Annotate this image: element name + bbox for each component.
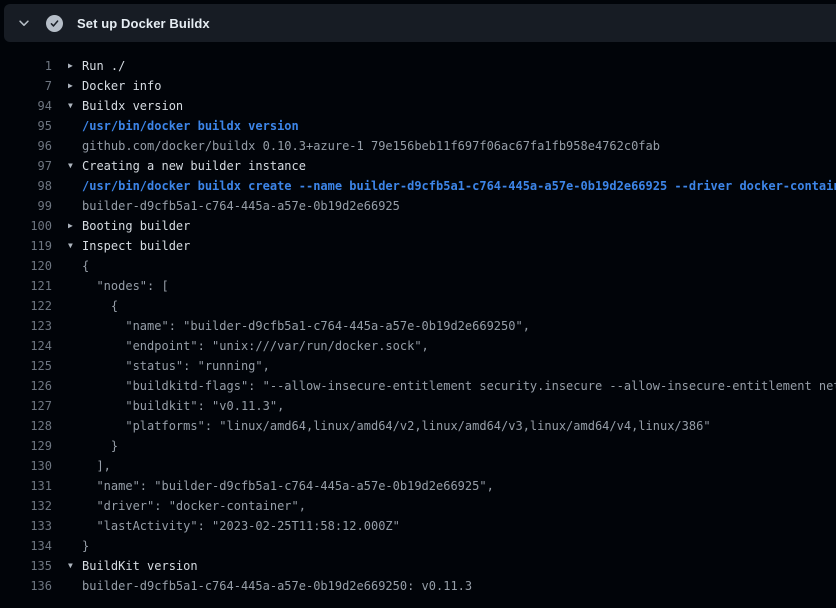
log-text: ], bbox=[82, 456, 111, 476]
chevron-down-icon[interactable] bbox=[16, 15, 32, 31]
log-line: 132 "driver": "docker-container", bbox=[0, 496, 836, 516]
log-output: 1 ▶ Run ./ 7 ▶ Docker info 94 ▼ Buildx v… bbox=[0, 42, 836, 596]
line-number[interactable]: 127 bbox=[0, 396, 52, 416]
line-number[interactable]: 120 bbox=[0, 256, 52, 276]
line-number[interactable]: 128 bbox=[0, 416, 52, 436]
line-number[interactable]: 119 bbox=[0, 236, 52, 256]
line-number[interactable]: 136 bbox=[0, 576, 52, 596]
line-number[interactable]: 99 bbox=[0, 196, 52, 216]
collapse-triangle-icon[interactable]: ▼ bbox=[68, 556, 82, 576]
log-line: 129 } bbox=[0, 436, 836, 456]
line-number[interactable]: 98 bbox=[0, 176, 52, 196]
log-text: "platforms": "linux/amd64,linux/amd64/v2… bbox=[82, 416, 711, 436]
line-number[interactable]: 121 bbox=[0, 276, 52, 296]
line-number[interactable]: 134 bbox=[0, 536, 52, 556]
log-text: Buildx version bbox=[82, 96, 183, 116]
log-line[interactable]: 1 ▶ Run ./ bbox=[0, 56, 836, 76]
log-text: github.com/docker/buildx 0.10.3+azure-1 … bbox=[82, 136, 660, 156]
log-line: 134 } bbox=[0, 536, 836, 556]
log-text: Booting builder bbox=[82, 216, 190, 236]
log-text: "lastActivity": "2023-02-25T11:58:12.000… bbox=[82, 516, 400, 536]
log-text: { bbox=[82, 256, 89, 276]
line-number[interactable]: 131 bbox=[0, 476, 52, 496]
log-line[interactable]: 7 ▶ Docker info bbox=[0, 76, 836, 96]
log-text: "driver": "docker-container", bbox=[82, 496, 306, 516]
log-line: 96 github.com/docker/buildx 0.10.3+azure… bbox=[0, 136, 836, 156]
log-line: 131 "name": "builder-d9cfb5a1-c764-445a-… bbox=[0, 476, 836, 496]
log-line: 98 /usr/bin/docker buildx create --name … bbox=[0, 176, 836, 196]
log-text: Inspect builder bbox=[82, 236, 190, 256]
log-text: builder-d9cfb5a1-c764-445a-a57e-0b19d2e6… bbox=[82, 576, 472, 596]
step-header[interactable]: Set up Docker Buildx bbox=[4, 4, 836, 42]
line-number[interactable]: 1 bbox=[0, 56, 52, 76]
log-line[interactable]: 119 ▼ Inspect builder bbox=[0, 236, 836, 256]
log-text: BuildKit version bbox=[82, 556, 198, 576]
log-text: builder-d9cfb5a1-c764-445a-a57e-0b19d2e6… bbox=[82, 196, 400, 216]
line-number[interactable]: 7 bbox=[0, 76, 52, 96]
line-number[interactable]: 94 bbox=[0, 96, 52, 116]
log-line: 123 "name": "builder-d9cfb5a1-c764-445a-… bbox=[0, 316, 836, 336]
log-line: 120 { bbox=[0, 256, 836, 276]
line-number[interactable]: 132 bbox=[0, 496, 52, 516]
log-text: Creating a new builder instance bbox=[82, 156, 306, 176]
line-number[interactable]: 124 bbox=[0, 336, 52, 356]
log-text: Docker info bbox=[82, 76, 161, 96]
step-title: Set up Docker Buildx bbox=[77, 16, 210, 31]
line-number[interactable]: 126 bbox=[0, 376, 52, 396]
line-number[interactable]: 129 bbox=[0, 436, 52, 456]
log-line[interactable]: 94 ▼ Buildx version bbox=[0, 96, 836, 116]
log-line: 136 builder-d9cfb5a1-c764-445a-a57e-0b19… bbox=[0, 576, 836, 596]
log-text: "buildkit": "v0.11.3", bbox=[82, 396, 284, 416]
line-number[interactable]: 123 bbox=[0, 316, 52, 336]
log-line: 121 "nodes": [ bbox=[0, 276, 836, 296]
check-circle-icon bbox=[46, 15, 63, 32]
expand-triangle-icon[interactable]: ▶ bbox=[68, 56, 82, 76]
log-line[interactable]: 100 ▶ Booting builder bbox=[0, 216, 836, 236]
log-text: /usr/bin/docker buildx create --name bui… bbox=[82, 176, 836, 196]
line-number[interactable]: 100 bbox=[0, 216, 52, 236]
log-line: 125 "status": "running", bbox=[0, 356, 836, 376]
log-line: 124 "endpoint": "unix:///var/run/docker.… bbox=[0, 336, 836, 356]
log-line[interactable]: 135 ▼ BuildKit version bbox=[0, 556, 836, 576]
log-text: } bbox=[82, 536, 89, 556]
log-line: 133 "lastActivity": "2023-02-25T11:58:12… bbox=[0, 516, 836, 536]
collapse-triangle-icon[interactable]: ▼ bbox=[68, 156, 82, 176]
expand-triangle-icon[interactable]: ▶ bbox=[68, 76, 82, 96]
log-text: } bbox=[82, 436, 118, 456]
log-line: 127 "buildkit": "v0.11.3", bbox=[0, 396, 836, 416]
log-text: "status": "running", bbox=[82, 356, 270, 376]
line-number[interactable]: 122 bbox=[0, 296, 52, 316]
line-number[interactable]: 130 bbox=[0, 456, 52, 476]
log-text: "nodes": [ bbox=[82, 276, 169, 296]
log-text: /usr/bin/docker buildx version bbox=[82, 116, 299, 136]
log-text: Run ./ bbox=[82, 56, 125, 76]
log-line: 126 "buildkitd-flags": "--allow-insecure… bbox=[0, 376, 836, 396]
line-number[interactable]: 95 bbox=[0, 116, 52, 136]
line-number[interactable]: 96 bbox=[0, 136, 52, 156]
log-line: 122 { bbox=[0, 296, 836, 316]
log-text: "endpoint": "unix:///var/run/docker.sock… bbox=[82, 336, 429, 356]
log-text: "name": "builder-d9cfb5a1-c764-445a-a57e… bbox=[82, 476, 494, 496]
collapse-triangle-icon[interactable]: ▼ bbox=[68, 236, 82, 256]
line-number[interactable]: 97 bbox=[0, 156, 52, 176]
log-line: 95 /usr/bin/docker buildx version bbox=[0, 116, 836, 136]
log-line[interactable]: 97 ▼ Creating a new builder instance bbox=[0, 156, 836, 176]
log-text: "name": "builder-d9cfb5a1-c764-445a-a57e… bbox=[82, 316, 530, 336]
expand-triangle-icon[interactable]: ▶ bbox=[68, 216, 82, 236]
log-line: 128 "platforms": "linux/amd64,linux/amd6… bbox=[0, 416, 836, 436]
line-number[interactable]: 125 bbox=[0, 356, 52, 376]
log-line: 130 ], bbox=[0, 456, 836, 476]
line-number[interactable]: 133 bbox=[0, 516, 52, 536]
log-text: { bbox=[82, 296, 118, 316]
collapse-triangle-icon[interactable]: ▼ bbox=[68, 96, 82, 116]
log-text: "buildkitd-flags": "--allow-insecure-ent… bbox=[82, 376, 836, 396]
log-line: 99 builder-d9cfb5a1-c764-445a-a57e-0b19d… bbox=[0, 196, 836, 216]
line-number[interactable]: 135 bbox=[0, 556, 52, 576]
